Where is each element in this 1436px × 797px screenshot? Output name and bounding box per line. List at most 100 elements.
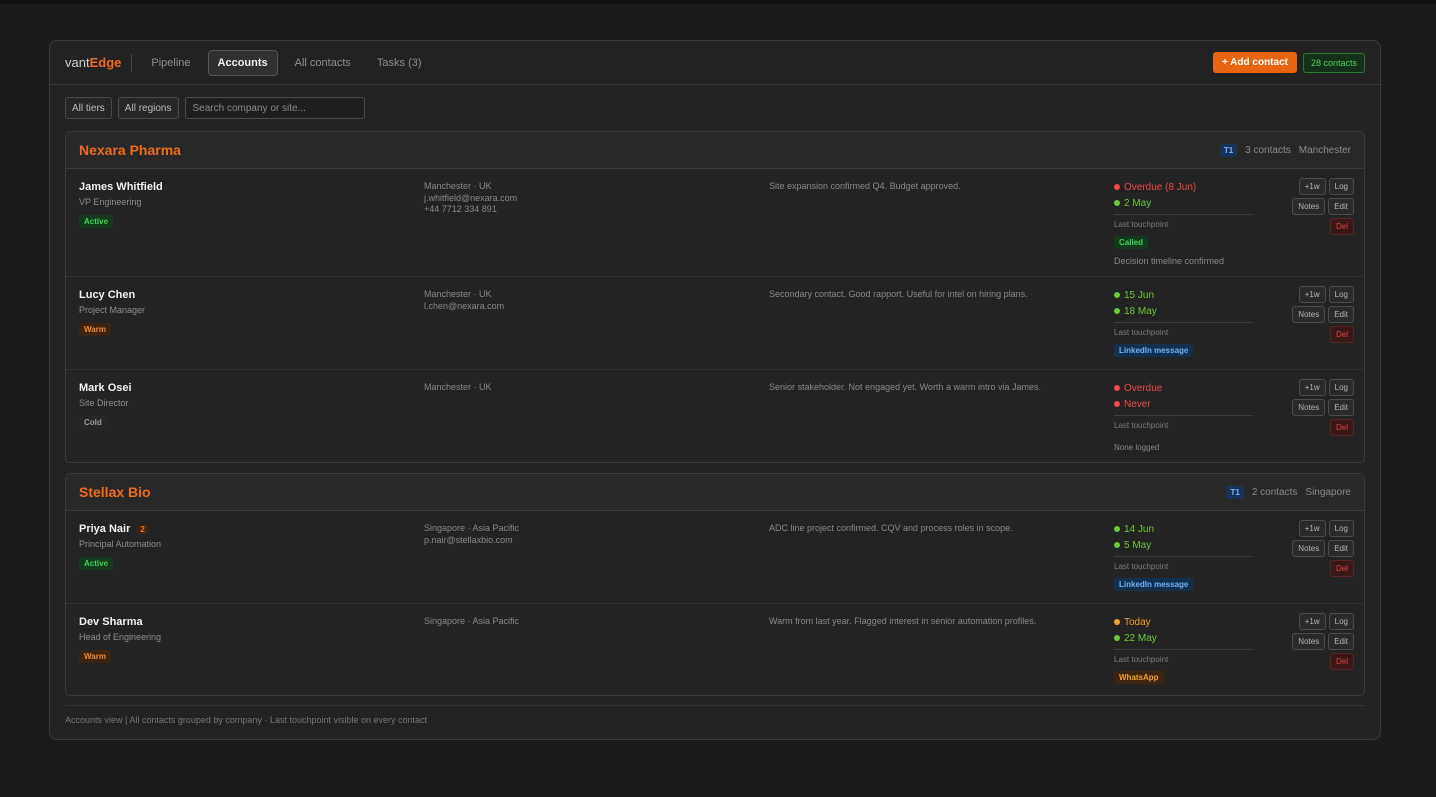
- contact-name[interactable]: Lucy Chen: [79, 289, 379, 301]
- edit-button[interactable]: Edit: [1328, 540, 1354, 557]
- tab-pipeline[interactable]: Pipeline: [142, 51, 199, 75]
- tier-filter[interactable]: All tiers: [65, 97, 112, 119]
- search-input[interactable]: [184, 97, 365, 119]
- contact-email[interactable]: p.nair@stellaxbio.com: [424, 535, 724, 547]
- last-touchpoint-label: Last touchpoint: [1114, 562, 1169, 571]
- snooze-week-button[interactable]: +1w: [1298, 286, 1326, 303]
- logo: vantEdge: [65, 53, 133, 72]
- log-button[interactable]: Log: [1328, 178, 1354, 195]
- ok-dot-icon: [1114, 526, 1120, 532]
- logo-text-b: Edge: [89, 54, 122, 70]
- contact-email[interactable]: l.chen@nexara.com: [424, 301, 724, 313]
- contact-name[interactable]: Mark Osei: [79, 382, 379, 394]
- contact-details: Manchester · UK l.chen@nexara.com: [424, 289, 724, 312]
- company-contact-count: 2 contacts: [1251, 486, 1298, 498]
- snooze-week-button[interactable]: +1w: [1298, 613, 1326, 630]
- last-touchpoint-label: Last touchpoint: [1114, 328, 1169, 337]
- contact-location: Singapore · Asia Pacific: [424, 523, 520, 533]
- notes-button[interactable]: Notes: [1292, 633, 1326, 650]
- delete-button[interactable]: Del: [1329, 560, 1354, 577]
- status-badge: Active: [79, 215, 114, 228]
- delete-button[interactable]: Del: [1329, 419, 1354, 436]
- header-actions: + Add contact 28 contacts: [1212, 52, 1365, 73]
- last-contact-text: 2 May: [1124, 197, 1152, 209]
- region-filter[interactable]: All regions: [117, 97, 179, 119]
- company-meta: T1 3 contacts Manchester: [1219, 143, 1351, 157]
- contact-email[interactable]: j.whitfield@nexara.com: [424, 193, 724, 205]
- company-site: Manchester: [1298, 144, 1351, 156]
- next-followup: 15 Jun: [1114, 287, 1254, 303]
- contact-name-text: Mark Osei: [79, 382, 132, 394]
- contact-role: Principal Automation: [79, 539, 162, 549]
- next-followup: Today: [1114, 614, 1254, 630]
- contact-name-text: Lucy Chen: [79, 289, 136, 301]
- company-name[interactable]: Stellax Bio: [79, 484, 151, 500]
- contact-row: Dev Sharma Head of Engineering Warm Sing…: [66, 604, 1364, 695]
- company-header: Stellax Bio T1 2 contacts Singapore: [66, 474, 1364, 511]
- log-button[interactable]: Log: [1328, 520, 1354, 537]
- contact-location: Singapore · Asia Pacific: [424, 616, 520, 626]
- snooze-week-button[interactable]: +1w: [1298, 178, 1326, 195]
- delete-button[interactable]: Del: [1329, 653, 1354, 670]
- contact-details: Singapore · Asia Pacific p.nair@stellaxb…: [424, 523, 724, 546]
- contact-identity: Mark Osei Site Director Cold: [79, 382, 379, 430]
- edit-button[interactable]: Edit: [1328, 399, 1354, 416]
- contacts-count-badge: 28 contacts: [1302, 52, 1365, 73]
- header: vantEdge Pipeline Accounts All contacts …: [50, 41, 1380, 85]
- last-contact-text: Never: [1124, 398, 1151, 410]
- notes-button[interactable]: Notes: [1292, 198, 1326, 215]
- contact-note: Secondary contact. Good rapport. Useful …: [769, 289, 1028, 299]
- contact-name-text: Dev Sharma: [79, 616, 143, 628]
- notes-button[interactable]: Notes: [1292, 540, 1326, 557]
- last-contact-text: 5 May: [1124, 539, 1152, 551]
- next-followup: Overdue: [1114, 380, 1254, 396]
- row-actions: +1w Log Notes Edit Del: [1282, 286, 1354, 346]
- contact-row: Priya Nair 2 Principal Automation Active …: [66, 511, 1364, 604]
- next-followup: Overdue (8 Jun): [1114, 179, 1254, 195]
- snooze-week-button[interactable]: +1w: [1298, 520, 1326, 537]
- touchpoint-note: None logged: [1114, 443, 1160, 452]
- edit-button[interactable]: Edit: [1328, 633, 1354, 650]
- tab-all-contacts[interactable]: All contacts: [286, 51, 360, 75]
- company-site: Singapore: [1305, 486, 1351, 498]
- next-followup-text: Overdue (8 Jun): [1124, 181, 1197, 193]
- contact-name[interactable]: Priya Nair 2: [79, 523, 379, 535]
- log-button[interactable]: Log: [1328, 379, 1354, 396]
- main-nav: Pipeline Accounts All contacts Tasks (3): [142, 49, 438, 76]
- today-dot-icon: [1114, 619, 1120, 625]
- status-badge: Cold: [79, 416, 107, 429]
- divider: [1114, 556, 1253, 557]
- tab-tasks[interactable]: Tasks (3): [368, 51, 431, 75]
- contact-row: Mark Osei Site Director Cold Manchester …: [66, 370, 1364, 462]
- contact-phone[interactable]: +44 7712 334 891: [424, 204, 724, 216]
- contact-details: Singapore · Asia Pacific: [424, 616, 724, 628]
- last-touchpoint-label: Last touchpoint: [1114, 655, 1169, 664]
- notes-button[interactable]: Notes: [1292, 306, 1326, 323]
- contact-name[interactable]: Dev Sharma: [79, 616, 379, 628]
- app-window: vantEdge Pipeline Accounts All contacts …: [49, 40, 1381, 740]
- touchpoint-panel: 14 Jun 5 May Last touchpoint LinkedIn me…: [1114, 521, 1254, 592]
- snooze-week-button[interactable]: +1w: [1298, 379, 1326, 396]
- touchpoint-panel: Overdue Never Last touchpoint None logge…: [1114, 380, 1254, 452]
- log-button[interactable]: Log: [1328, 286, 1354, 303]
- ok-dot-icon: [1114, 200, 1120, 206]
- company-name[interactable]: Nexara Pharma: [79, 142, 181, 158]
- overdue-dot-icon: [1114, 401, 1120, 407]
- last-contact: 5 May: [1114, 537, 1254, 553]
- notes-button[interactable]: Notes: [1292, 399, 1326, 416]
- edit-button[interactable]: Edit: [1328, 198, 1354, 215]
- delete-button[interactable]: Del: [1329, 218, 1354, 235]
- channel-badge: WhatsApp: [1114, 671, 1164, 684]
- edit-button[interactable]: Edit: [1328, 306, 1354, 323]
- company-header: Nexara Pharma T1 3 contacts Manchester: [66, 132, 1364, 169]
- tab-accounts[interactable]: Accounts: [207, 49, 278, 76]
- delete-button[interactable]: Del: [1329, 326, 1354, 343]
- ok-dot-icon: [1114, 635, 1120, 641]
- contact-name-text: Priya Nair: [79, 523, 131, 535]
- contact-location: Manchester · UK: [424, 181, 492, 191]
- log-button[interactable]: Log: [1328, 613, 1354, 630]
- contact-name[interactable]: James Whitfield: [79, 181, 379, 193]
- add-contact-button[interactable]: + Add contact: [1212, 52, 1297, 73]
- last-contact: Never: [1114, 396, 1254, 412]
- channel-badge: LinkedIn message: [1114, 578, 1194, 591]
